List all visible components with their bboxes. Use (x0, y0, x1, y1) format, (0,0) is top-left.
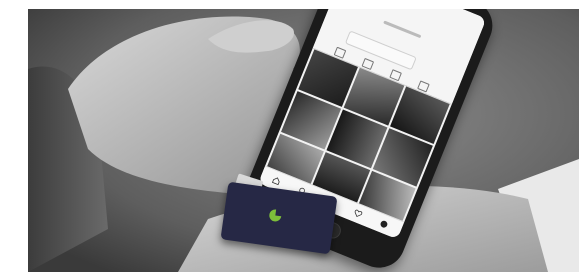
heart-icon[interactable] (353, 208, 363, 218)
photo-scene (0, 0, 579, 272)
home-icon[interactable] (271, 176, 281, 186)
grid-icon[interactable] (333, 46, 347, 59)
list-icon[interactable] (361, 57, 375, 71)
photograph (28, 9, 579, 272)
tag-icon[interactable] (389, 69, 402, 82)
reader-logo-icon (269, 209, 282, 222)
profile-icon[interactable] (379, 219, 389, 229)
bookmark-icon[interactable] (417, 80, 430, 93)
profile-subtitle-line (383, 20, 422, 39)
